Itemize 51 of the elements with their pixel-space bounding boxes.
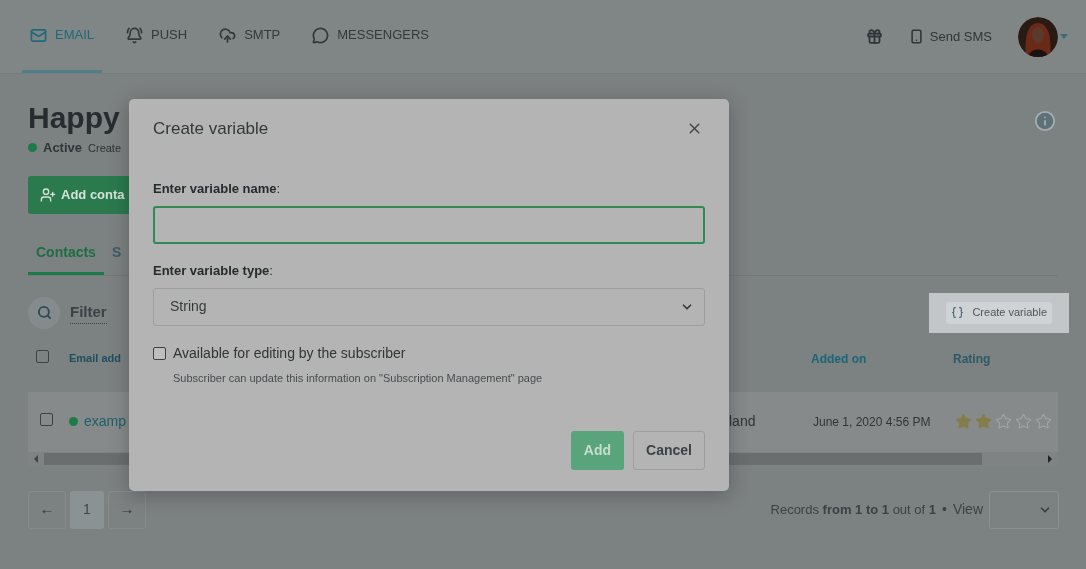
nav-tab[interactable]: SMTP (211, 0, 289, 73)
user-plus-icon (40, 186, 56, 203)
add-button[interactable]: Add (570, 431, 625, 470)
create-variable-button[interactable]: Create variable (946, 301, 1052, 324)
subscriber-edit-checkbox[interactable] (153, 346, 166, 360)
section-tab[interactable]: Contacts (28, 233, 104, 275)
created-label: Create (88, 140, 122, 156)
checkbox-label[interactable]: Available for editing by the subscriber (173, 342, 406, 364)
search-button[interactable] (28, 296, 60, 329)
variable-name-field[interactable] (153, 206, 705, 244)
page-title: Happy (28, 100, 120, 136)
star-icon (995, 413, 1012, 430)
nav-tab[interactable]: EMAIL (22, 0, 102, 73)
status-label: Active (43, 139, 83, 157)
send-sms-link[interactable]: Send SMS (908, 26, 992, 47)
caret-icon[interactable] (1060, 34, 1068, 39)
column-header[interactable]: Email add (69, 350, 121, 367)
filter-link[interactable]: Filter (70, 300, 107, 325)
star-icon (1035, 413, 1052, 430)
table-cell-text: land (729, 412, 757, 431)
bell-icon (126, 26, 143, 44)
nav-tab[interactable]: PUSH (118, 0, 196, 73)
search-icon (36, 305, 52, 320)
type-label: Enter variable type: (153, 262, 274, 280)
row-checkbox[interactable] (40, 413, 53, 426)
star-icon (975, 413, 992, 430)
braces-icon (951, 306, 965, 319)
view-label: View (952, 500, 983, 519)
hint-text: Subscriber can update this information on "Subscription Management" page (173, 370, 544, 386)
previous-page-button[interactable]: ← (28, 490, 66, 529)
phone-icon (908, 29, 924, 44)
mail-icon (30, 26, 47, 44)
gift-icon[interactable] (865, 28, 883, 45)
chat-icon (312, 26, 330, 44)
separator-dot: • (942, 500, 947, 519)
info-icon[interactable] (1034, 110, 1056, 132)
table-cell-text: June 1, 2020 4:56 PM (813, 413, 932, 431)
dialog-title: Create variable (153, 118, 269, 140)
variable-type-select[interactable]: String (153, 287, 705, 326)
page-button[interactable]: 1 (70, 490, 104, 529)
select-all-checkbox[interactable] (36, 349, 49, 363)
nav-tab[interactable]: MESSENGERS (304, 0, 437, 73)
table-cell[interactable]: examp (84, 411, 127, 432)
cloud-upload-icon (219, 26, 237, 44)
records-summary: Records from 1 to 1 out of 1 (770, 500, 936, 519)
star-icon (1015, 413, 1032, 430)
cancel-button[interactable]: Cancel (633, 431, 705, 470)
column-header[interactable]: Added on (811, 349, 953, 368)
section-tab[interactable]: S (103, 233, 130, 275)
star-icon (955, 413, 972, 430)
column-header[interactable]: Rating (953, 349, 1058, 368)
